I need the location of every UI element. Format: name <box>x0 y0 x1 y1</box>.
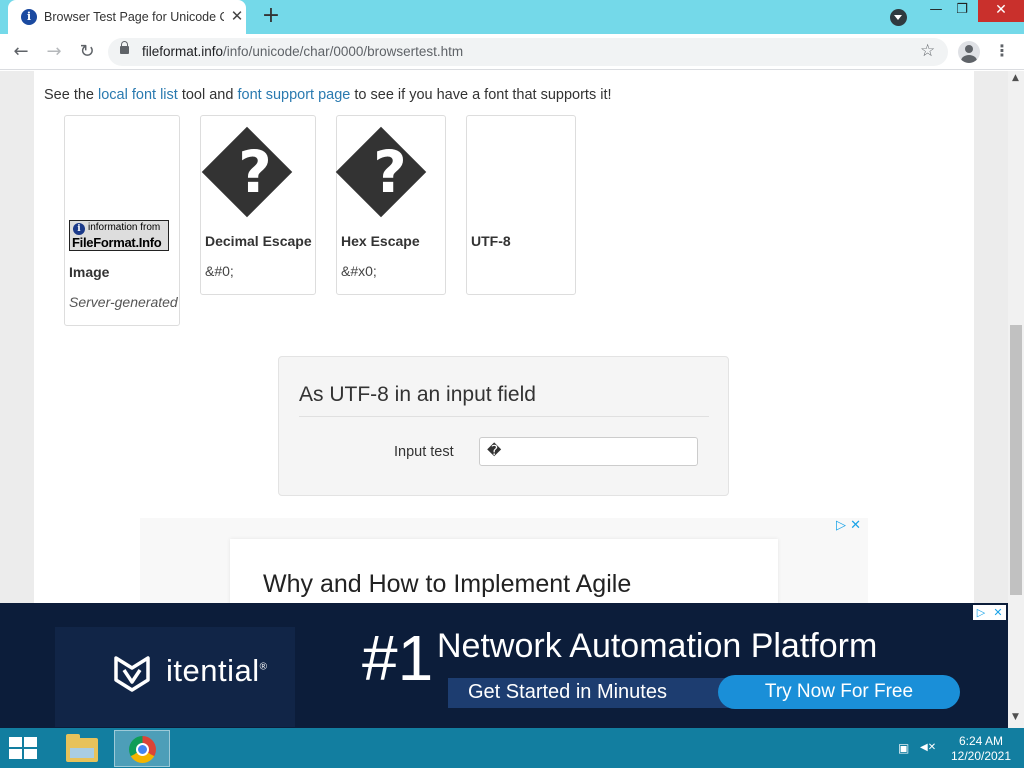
trademark-mark: ® <box>259 661 268 673</box>
browser-menu-icon[interactable]: ⋮ <box>994 39 1010 63</box>
taskbar-file-explorer[interactable] <box>56 730 112 767</box>
question-mark-glyph: ? <box>238 138 272 206</box>
clock-date: 12/20/2021 <box>950 749 1012 763</box>
scrollbar-thumb[interactable] <box>1010 325 1022 595</box>
input-test-field[interactable]: � <box>479 437 698 466</box>
reload-button[interactable]: ↻ <box>75 40 99 64</box>
image-card: i information from FileFormat.Info Image… <box>64 115 180 326</box>
system-clock[interactable]: 6:24 AM 12/20/2021 <box>946 734 1016 764</box>
new-tab-button[interactable]: + <box>258 4 284 30</box>
banner-rank: #1 <box>362 622 434 694</box>
fileformat-badge: i information from FileFormat.Info <box>69 220 169 251</box>
input-test-label: Input test <box>394 444 454 460</box>
url-host: fileformat.info <box>142 44 224 59</box>
itential-logo-icon <box>114 656 150 692</box>
bookmark-star-icon[interactable]: ☆ <box>920 41 935 61</box>
lock-icon[interactable] <box>120 41 129 54</box>
tab-strip: i Browser Test Page for Unicode C ✕ + — … <box>0 0 1024 34</box>
intro-text: See the local font list tool and font su… <box>44 87 612 103</box>
tab-close-icon[interactable]: ✕ <box>228 7 246 25</box>
hex-escape-card: ? Hex Escape &#x0; <box>335 115 446 295</box>
card-title: UTF-8 <box>471 233 511 249</box>
url-path: /info/unicode/char/0000/browsertest.htm <box>223 44 464 59</box>
banner-subline: Get Started in Minutes <box>448 678 728 708</box>
window-close-button[interactable]: ✕ <box>978 0 1024 22</box>
ad-headline[interactable]: Why and How to Implement Agile <box>263 570 631 599</box>
banner-brand-name: itential® <box>166 653 267 689</box>
ad-choices-icon[interactable]: ▷ ✕ <box>836 518 861 533</box>
folder-icon <box>66 734 98 762</box>
windows-taskbar: ▣ ◀✕ 6:24 AM 12/20/2021 <box>0 728 1024 768</box>
panel-divider <box>299 416 709 417</box>
panel-legend: As UTF-8 in an input field <box>299 383 536 406</box>
card-title: Image <box>69 264 110 280</box>
bottom-banner-ad[interactable]: itential® #1 Network Automation Platform… <box>0 603 1008 728</box>
browser-toolbar: ← → ↻ fileformat.info/info/unicode/char/… <box>0 34 1024 70</box>
intro-suffix: to see if you have a font that supports … <box>350 87 612 103</box>
card-title: Decimal Escape <box>205 233 312 249</box>
browser-tab-active[interactable]: i Browser Test Page for Unicode C ✕ <box>8 0 246 34</box>
address-bar[interactable]: fileformat.info/info/unicode/char/0000/b… <box>108 38 948 66</box>
site-favicon-icon: i <box>21 9 37 25</box>
card-subtitle: &#x0; <box>341 263 377 279</box>
forward-button[interactable]: → <box>42 40 66 64</box>
tab-title: Browser Test Page for Unicode C <box>44 10 224 24</box>
banner-ad-choices[interactable]: ▷ ✕ <box>973 605 1006 620</box>
scroll-up-arrow-icon[interactable]: ▲ <box>1012 73 1019 83</box>
chrome-icon <box>129 736 156 763</box>
card-title: Hex Escape <box>341 233 420 249</box>
font-support-page-link[interactable]: font support page <box>237 87 350 103</box>
input-test-panel: As UTF-8 in an input field Input test � <box>278 356 729 496</box>
clock-time: 6:24 AM <box>958 734 1004 748</box>
tab-search-icon[interactable] <box>890 9 907 26</box>
ad-info-icon[interactable]: ▷ <box>973 605 989 620</box>
volume-muted-icon[interactable]: ◀✕ <box>920 742 936 753</box>
local-font-list-link[interactable]: local font list <box>98 87 178 103</box>
decimal-escape-card: ? Decimal Escape &#0; <box>200 115 316 295</box>
profile-avatar-icon[interactable] <box>958 41 980 63</box>
card-subtitle: &#0; <box>205 263 234 279</box>
taskbar-chrome[interactable] <box>114 730 170 767</box>
restore-button[interactable]: ❐ <box>946 0 978 22</box>
badge-top-text: information from <box>88 222 161 233</box>
intro-prefix: See the <box>44 87 99 103</box>
card-subtitle: Server-generated <box>69 294 178 310</box>
ad-close-icon[interactable]: ✕ <box>990 605 1006 620</box>
banner-headline: Network Automation Platform <box>437 627 878 665</box>
network-icon[interactable]: ▣ <box>898 741 909 755</box>
url-text[interactable]: fileformat.info/info/unicode/char/0000/b… <box>142 44 463 59</box>
windows-start-icon[interactable] <box>9 737 39 759</box>
brand-text: itential <box>166 653 260 688</box>
badge-bottom-text: FileFormat.Info <box>72 235 162 250</box>
utf8-card: UTF-8 <box>466 115 576 295</box>
try-now-button[interactable]: Try Now For Free <box>718 675 960 709</box>
page-scrollbar[interactable]: ▲ ▼ <box>1008 71 1024 728</box>
back-button[interactable]: ← <box>9 40 33 64</box>
scroll-down-arrow-icon[interactable]: ▼ <box>1012 712 1019 722</box>
info-icon: i <box>73 223 85 235</box>
question-mark-glyph: ? <box>373 138 407 206</box>
intro-mid: tool and <box>177 87 238 103</box>
